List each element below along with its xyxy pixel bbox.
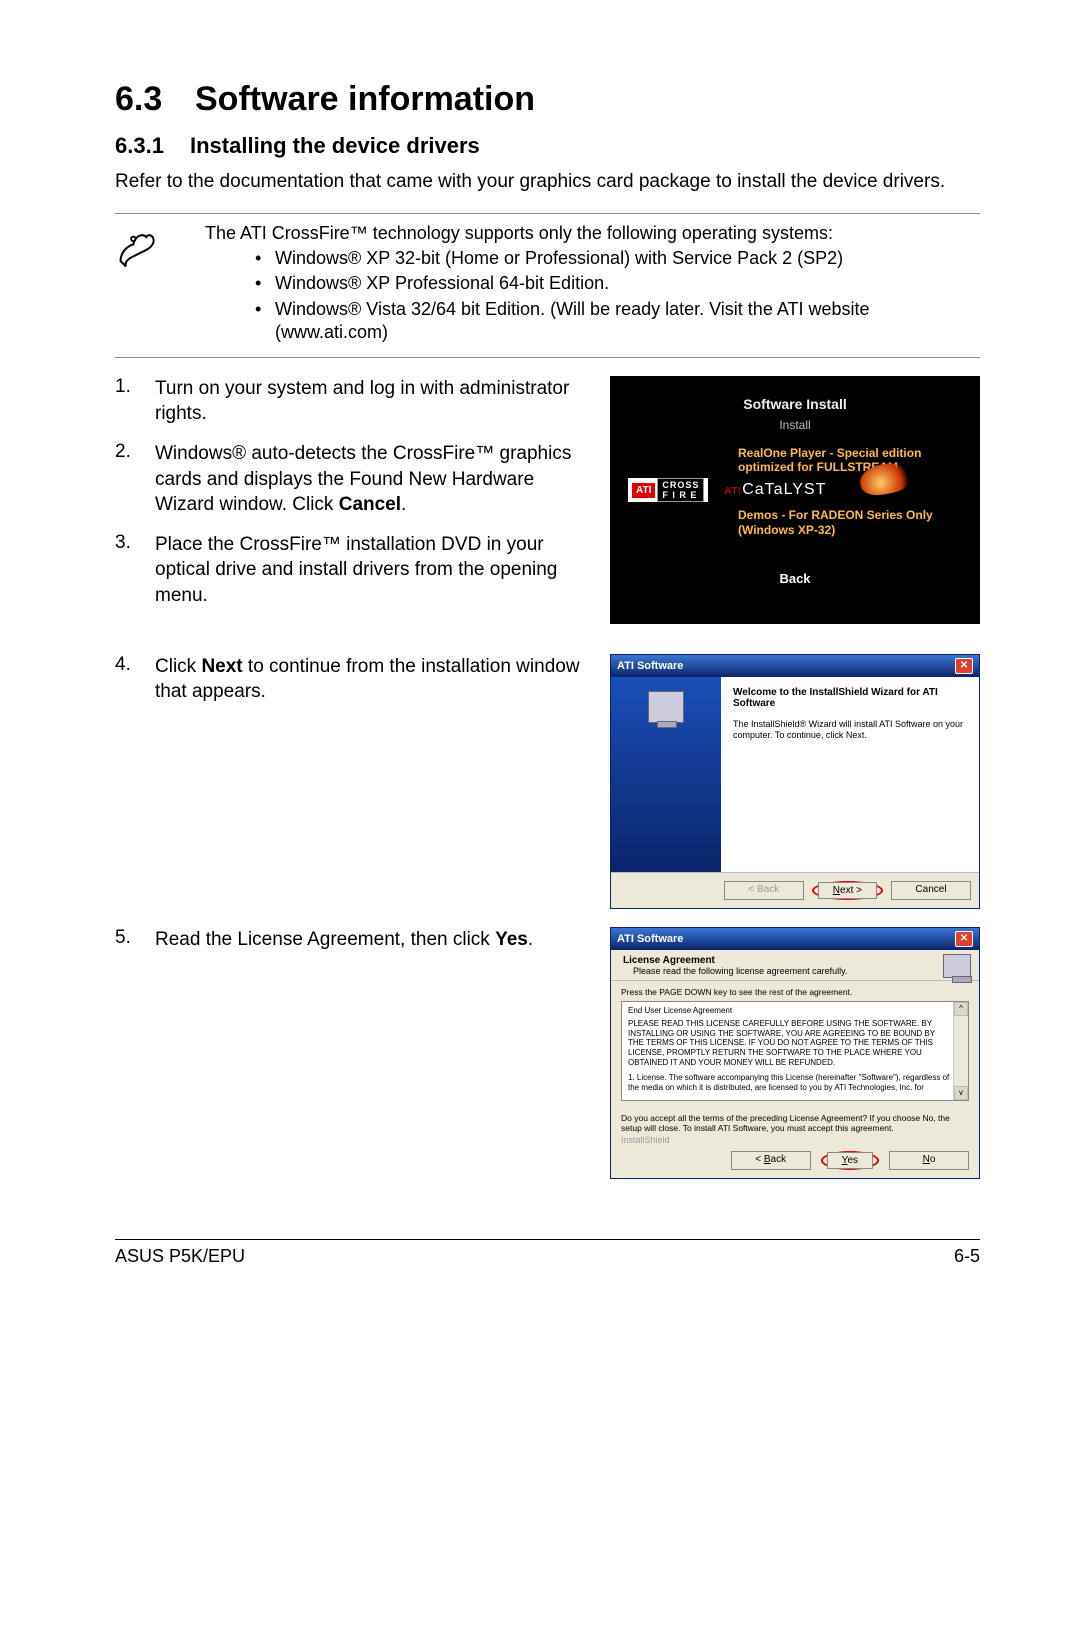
note-bullet-list: Windows® XP 32-bit (Home or Professional… [205, 247, 980, 345]
eula-body-1: PLEASE READ THIS LICENSE CAREFULLY BEFOR… [628, 1019, 952, 1067]
scroll-up-icon[interactable]: ^ [954, 1002, 968, 1016]
steps-list-c: 5. Read the License Agreement, then clic… [115, 927, 590, 953]
note-bullet-1: Windows® XP 32-bit (Home or Professional… [275, 247, 980, 270]
next-button-highlight: Next > [812, 881, 883, 900]
accept-question-text: Do you accept all the terms of the prece… [611, 1107, 979, 1135]
note-bullet-2: Windows® XP Professional 64-bit Edition. [275, 272, 980, 295]
press-pagedown-text: Press the PAGE DOWN key to see the rest … [621, 987, 969, 997]
wizard-title-2: ATI Software [617, 933, 683, 945]
close-icon[interactable]: ✕ [955, 658, 973, 674]
wizard-welcome-text: Welcome to the InstallShield Wizard for … [733, 687, 967, 709]
cancel-button[interactable]: Cancel [891, 881, 971, 900]
no-button[interactable]: No [889, 1151, 969, 1170]
note-bullet-3: Windows® Vista 32/64 bit Edition. (Will … [275, 298, 980, 345]
license-text-area[interactable]: End User License Agreement PLEASE READ T… [621, 1001, 969, 1101]
wizard-titlebar: ATI Software ✕ [611, 655, 979, 677]
step-3: 3. Place the CrossFire™ installation DVD… [115, 532, 590, 609]
step-4: 4. Click Next to continue from the insta… [115, 654, 590, 705]
license-agreement-title: License Agreement [623, 955, 847, 966]
scroll-down-icon[interactable]: v [954, 1086, 968, 1100]
demos-link[interactable]: Demos - For RADEON Series Only (Windows … [628, 508, 962, 537]
subsection-heading: 6.3.1Installing the device drivers [115, 133, 980, 159]
back-button[interactable]: < Back [731, 1151, 811, 1170]
step-1: 1. Turn on your system and log in with a… [115, 376, 590, 427]
install-link[interactable]: Install [628, 418, 962, 432]
page-footer: ASUS P5K/EPU 6-5 [115, 1239, 980, 1267]
wizard-left-panel [611, 677, 721, 872]
license-agreement-window: ATI Software ✕ License Agreement Please … [610, 927, 980, 1179]
footer-right: 6-5 [954, 1246, 980, 1267]
step-2: 2. Windows® auto-detects the CrossFire™ … [115, 441, 590, 518]
steps-list-a: 1. Turn on your system and log in with a… [115, 376, 590, 609]
subsection-title-text: Installing the device drivers [190, 133, 480, 158]
ati-crossfire-logo: ATI CROSSF I R E [628, 478, 708, 502]
license-agreement-sub: Please read the following license agreem… [623, 966, 847, 976]
next-button[interactable]: Next > [818, 882, 877, 899]
computer-icon [943, 954, 971, 978]
intro-paragraph: Refer to the documentation that came wit… [115, 169, 980, 195]
section-title-text: Software information [195, 80, 535, 118]
installshield-label: InstallShield [611, 1135, 979, 1145]
note-lead-text: The ATI CrossFire™ technology supports o… [205, 222, 980, 245]
steps-list-b: 4. Click Next to continue from the insta… [115, 654, 590, 705]
section-heading: 6.3Software information [115, 80, 980, 119]
scrollbar[interactable]: ^ v [953, 1002, 968, 1100]
yes-button[interactable]: Yes [827, 1152, 873, 1169]
catalyst-logo: ATICaTaLYST [716, 481, 826, 499]
wizard-desc-text: The InstallShield® Wizard will install A… [733, 719, 967, 742]
close-icon[interactable]: ✕ [955, 931, 973, 947]
wizard-title: ATI Software [617, 660, 683, 672]
install-menu-screenshot: Software Install Install RealOne Player … [610, 376, 980, 624]
section-number: 6.3 [115, 80, 195, 119]
note-callout: The ATI CrossFire™ technology supports o… [115, 213, 980, 358]
back-button: < Back [724, 881, 804, 900]
footer-left: ASUS P5K/EPU [115, 1246, 245, 1267]
back-link[interactable]: Back [628, 571, 962, 586]
yes-button-highlight: Yes [821, 1151, 879, 1170]
computer-icon [648, 691, 684, 723]
eula-body-2: 1. License. The software accompanying th… [628, 1073, 952, 1092]
wizard-titlebar-2: ATI Software ✕ [611, 928, 979, 950]
eula-title: End User License Agreement [628, 1006, 952, 1016]
step-5: 5. Read the License Agreement, then clic… [115, 927, 590, 953]
subsection-number: 6.3.1 [115, 133, 190, 159]
software-install-title: Software Install [628, 396, 962, 412]
installshield-welcome-window: ATI Software ✕ Welcome to the InstallShi… [610, 654, 980, 909]
realone-link[interactable]: RealOne Player - Special edition optimiz… [628, 446, 962, 475]
note-hand-icon [115, 222, 165, 347]
